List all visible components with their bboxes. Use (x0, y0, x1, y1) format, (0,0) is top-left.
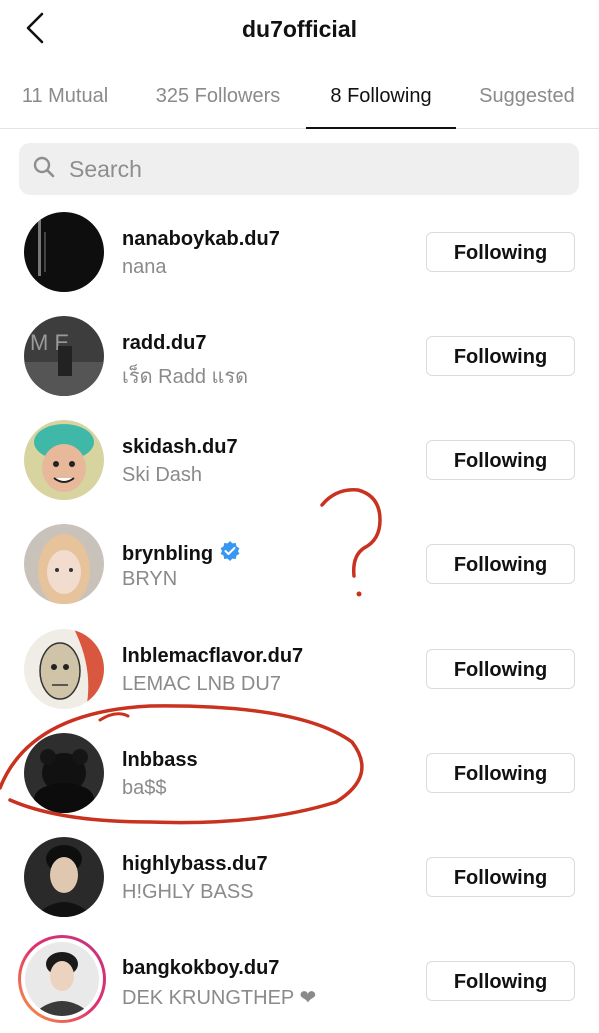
avatar[interactable] (24, 629, 104, 709)
search-bar[interactable] (19, 143, 579, 195)
avatar[interactable] (24, 420, 104, 500)
following-button[interactable]: Following (426, 649, 575, 689)
avatar[interactable] (24, 733, 104, 813)
tab-suggested[interactable]: Suggested (472, 74, 582, 128)
list-item: brynbling BRYN Following (0, 512, 599, 616)
following-button[interactable]: Following (426, 232, 575, 272)
avatar[interactable] (24, 524, 104, 604)
display-name: nana (122, 256, 167, 278)
tab-followers[interactable]: 325 Followers (148, 74, 288, 128)
username[interactable]: brynbling (122, 540, 241, 568)
following-button[interactable]: Following (426, 336, 575, 376)
following-button[interactable]: Following (426, 857, 575, 897)
verified-badge-icon (219, 540, 241, 568)
username[interactable]: bangkokboy.du7 (122, 957, 279, 980)
display-name: H!GHLY BASS (122, 881, 254, 903)
display-name: ba$$ (122, 777, 167, 799)
username[interactable]: skidash.du7 (122, 436, 238, 459)
avatar[interactable] (24, 837, 104, 917)
username[interactable]: lnbbass (122, 749, 198, 772)
list-item: nanaboykab.du7 nana Following (0, 200, 599, 304)
display-name: LEMAC LNB DU7 (122, 673, 281, 695)
tab-bar: 11 Mutual 325 Followers 8 Following Sugg… (0, 74, 599, 129)
display-name: เร็ด Radd แรด (122, 366, 249, 388)
list-item: lnbbass ba$$ Following (0, 721, 599, 825)
list-item: skidash.du7 Ski Dash Following (0, 408, 599, 512)
avatar[interactable] (24, 212, 104, 292)
following-button[interactable]: Following (426, 544, 575, 584)
tab-mutual[interactable]: 11 Mutual (18, 74, 112, 128)
tab-following[interactable]: 8 Following (306, 74, 456, 129)
search-icon (19, 156, 55, 183)
avatar[interactable]: M E (24, 316, 104, 396)
list-item: M E radd.du7 เร็ด Radd แรด Following (0, 304, 599, 408)
search-input[interactable] (67, 154, 551, 184)
username[interactable]: radd.du7 (122, 332, 206, 355)
list-item: bangkokboy.du7 DEK KRUNGTHEP ❤ Following (0, 929, 599, 1033)
following-button[interactable]: Following (426, 440, 575, 480)
display-name: DEK KRUNGTHEP ❤ (122, 987, 317, 1009)
page-title: du7official (241, 16, 357, 42)
display-name: BRYN (122, 568, 178, 590)
following-button[interactable]: Following (426, 961, 575, 1001)
list-item: lnblemacflavor.du7 LEMAC LNB DU7 Followi… (0, 617, 599, 721)
username[interactable]: nanaboykab.du7 (122, 228, 280, 251)
avatar-story-ring[interactable] (18, 935, 106, 1023)
avatar (25, 942, 99, 1016)
username[interactable]: highlybass.du7 (122, 853, 268, 876)
top-bar: du7official (0, 0, 599, 64)
display-name: Ski Dash (122, 464, 203, 486)
username[interactable]: lnblemacflavor.du7 (122, 645, 303, 668)
following-button[interactable]: Following (426, 753, 575, 793)
list-item: highlybass.du7 H!GHLY BASS Following (0, 825, 599, 929)
